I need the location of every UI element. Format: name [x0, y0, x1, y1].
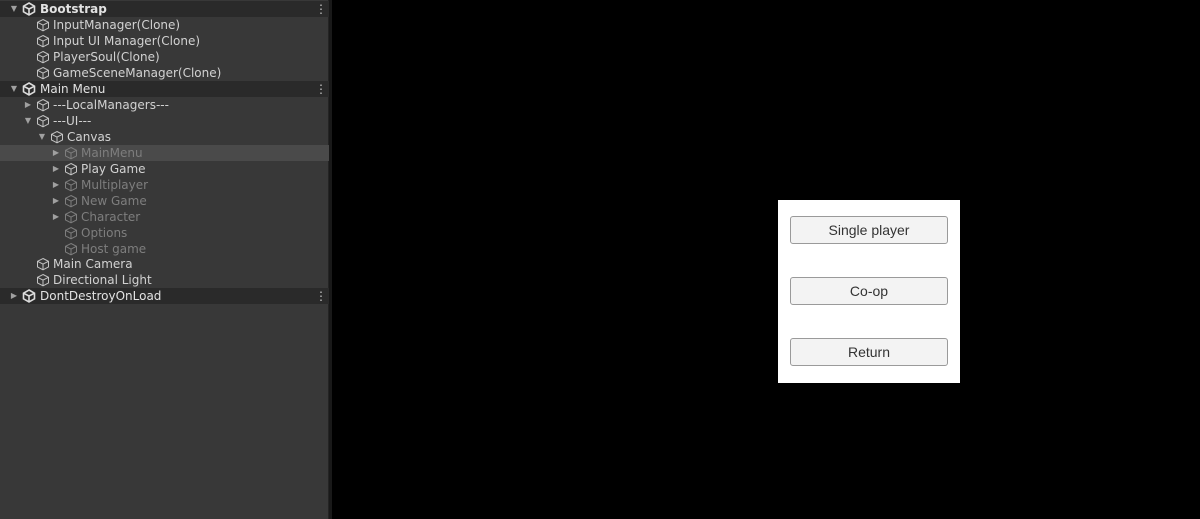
- hierarchy-item[interactable]: GameSceneManager(Clone): [0, 65, 329, 81]
- hierarchy-panel: ▼ Bootstrap ⋮ InputManager(Clone) Input …: [0, 0, 329, 519]
- hierarchy-item-local-managers[interactable]: ▶ ---LocalManagers---: [0, 97, 329, 113]
- cube-icon: [65, 178, 77, 192]
- item-label: Character: [81, 210, 141, 224]
- foldout-expanded-icon[interactable]: ▼: [36, 129, 48, 145]
- item-label: New Game: [81, 194, 147, 208]
- hierarchy-item[interactable]: Input UI Manager(Clone): [0, 33, 329, 49]
- unity-scene-icon: [22, 289, 36, 303]
- scene-dont-destroy-on-load[interactable]: ▶ DontDestroyOnLoad ⋮: [0, 288, 329, 304]
- item-label: InputManager(Clone): [53, 18, 181, 32]
- cube-icon: [65, 210, 77, 224]
- hierarchy-item-host-game[interactable]: Host game: [0, 241, 329, 257]
- scene-label: Bootstrap: [40, 2, 107, 16]
- cube-icon: [65, 226, 77, 240]
- item-label: Main Camera: [53, 257, 133, 271]
- cube-icon: [37, 273, 49, 287]
- game-view[interactable]: Single player Co-op Return: [332, 0, 1200, 519]
- kebab-menu-icon[interactable]: ⋮: [315, 81, 327, 97]
- foldout-collapsed-icon[interactable]: ▶: [50, 161, 62, 177]
- item-label: Play Game: [81, 162, 146, 176]
- item-label: Directional Light: [53, 273, 152, 287]
- foldout-expanded-icon[interactable]: ▼: [8, 1, 20, 17]
- cube-icon: [37, 66, 49, 80]
- cube-icon: [37, 114, 49, 128]
- hierarchy-item-mainmenu[interactable]: ▶ MainMenu: [0, 145, 329, 161]
- foldout-collapsed-icon[interactable]: ▶: [50, 209, 62, 225]
- foldout-expanded-icon[interactable]: ▼: [22, 113, 34, 129]
- hierarchy-item-new-game[interactable]: ▶ New Game: [0, 193, 329, 209]
- hierarchy-item-multiplayer[interactable]: ▶ Multiplayer: [0, 177, 329, 193]
- item-label: ---LocalManagers---: [53, 98, 169, 112]
- cube-icon: [51, 130, 63, 144]
- item-label: Canvas: [67, 130, 112, 144]
- foldout-collapsed-icon[interactable]: ▶: [8, 288, 20, 304]
- unity-scene-icon: [22, 82, 36, 96]
- item-label: Host game: [81, 242, 147, 256]
- foldout-collapsed-icon[interactable]: ▶: [50, 145, 62, 161]
- kebab-menu-icon[interactable]: ⋮: [315, 1, 327, 17]
- cube-icon: [65, 194, 77, 208]
- item-label: Input UI Manager(Clone): [53, 34, 201, 48]
- cube-icon: [37, 34, 49, 48]
- hierarchy-item-directional-light[interactable]: Directional Light: [0, 272, 329, 288]
- return-button[interactable]: Return: [790, 338, 948, 366]
- item-label: PlayerSoul(Clone): [53, 50, 160, 64]
- scene-label: Main Menu: [40, 82, 106, 96]
- hierarchy-item-options[interactable]: Options: [0, 225, 329, 241]
- foldout-collapsed-icon[interactable]: ▶: [22, 97, 34, 113]
- hierarchy-item-character[interactable]: ▶ Character: [0, 209, 329, 225]
- hierarchy-item[interactable]: PlayerSoul(Clone): [0, 49, 329, 65]
- multiplayer-menu-panel: Single player Co-op Return: [778, 200, 960, 383]
- item-label: Multiplayer: [81, 178, 149, 192]
- scene-bootstrap[interactable]: ▼ Bootstrap ⋮: [0, 1, 329, 17]
- hierarchy-item-canvas[interactable]: ▼ Canvas: [0, 129, 329, 145]
- cube-icon: [65, 242, 77, 256]
- co-op-button[interactable]: Co-op: [790, 277, 948, 305]
- item-label: GameSceneManager(Clone): [53, 66, 222, 80]
- foldout-expanded-icon[interactable]: ▼: [8, 81, 20, 97]
- item-label: Options: [81, 226, 128, 240]
- hierarchy-item-ui[interactable]: ▼ ---UI---: [0, 113, 329, 129]
- unity-scene-icon: [22, 2, 36, 16]
- cube-icon: [37, 98, 49, 112]
- cube-icon: [37, 257, 49, 271]
- cube-icon: [65, 146, 77, 160]
- cube-icon: [37, 50, 49, 64]
- hierarchy-item-main-camera[interactable]: Main Camera: [0, 256, 329, 272]
- cube-icon: [37, 18, 49, 32]
- foldout-collapsed-icon[interactable]: ▶: [50, 177, 62, 193]
- hierarchy-item[interactable]: InputManager(Clone): [0, 17, 329, 33]
- scene-label: DontDestroyOnLoad: [40, 289, 162, 303]
- item-label: MainMenu: [81, 146, 143, 160]
- kebab-menu-icon[interactable]: ⋮: [315, 288, 327, 304]
- item-label: ---UI---: [53, 114, 92, 128]
- scene-main-menu[interactable]: ▼ Main Menu ⋮: [0, 81, 329, 97]
- hierarchy-item-play-game[interactable]: ▶ Play Game: [0, 161, 329, 177]
- single-player-button[interactable]: Single player: [790, 216, 948, 244]
- cube-icon: [65, 162, 77, 176]
- foldout-collapsed-icon[interactable]: ▶: [50, 193, 62, 209]
